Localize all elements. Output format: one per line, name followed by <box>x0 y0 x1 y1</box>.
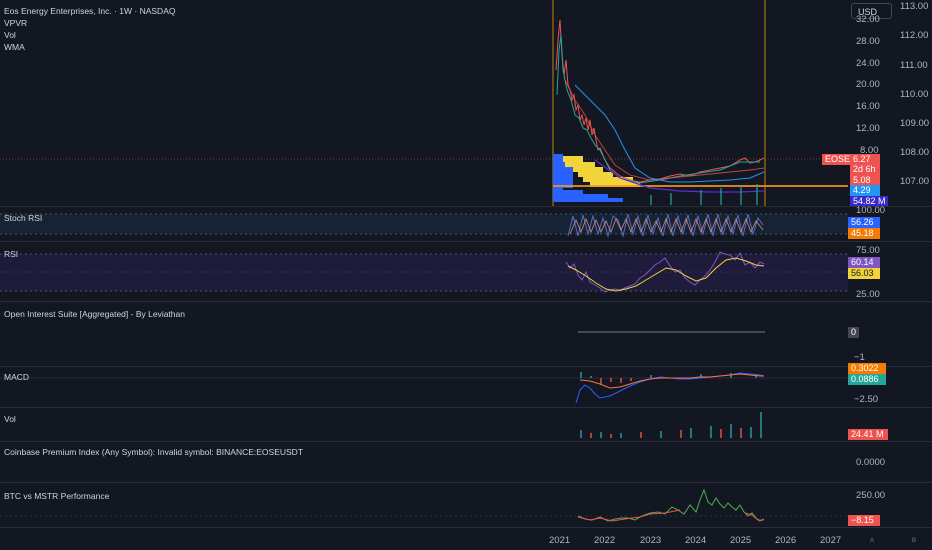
stoch-k-badge: 56.26 <box>848 217 880 228</box>
price-tick-right: 112.00 <box>900 30 929 41</box>
price-tick: 16.00 <box>856 101 880 112</box>
time-tick: 2022 <box>594 535 616 546</box>
log-scale-icon[interactable]: B <box>909 536 919 546</box>
stoch-rsi-title[interactable]: Stoch RSI <box>4 213 42 223</box>
macd-hist-badge: 0.0886 <box>848 374 886 385</box>
coinbase-premium-title[interactable]: Coinbase Premium Index (Any Symbol): Inv… <box>4 447 303 457</box>
vol-title[interactable]: Vol <box>4 414 16 424</box>
price-tick-right: 109.00 <box>900 118 930 129</box>
price-tick: 20.00 <box>856 79 880 90</box>
price-tick-right: 113.00 <box>900 1 929 12</box>
time-tick: 2021 <box>549 535 571 546</box>
btc-mstr-title[interactable]: BTC vs MSTR Performance <box>4 491 109 501</box>
btc-mstr-axis-top: 250.00 <box>856 490 886 501</box>
price-tick-right: 110.00 <box>900 89 929 100</box>
price-tick: 12.00 <box>856 123 880 134</box>
countdown-badge: 2d 6h <box>850 164 880 175</box>
chart-canvas <box>0 0 848 522</box>
price-tick-right: 107.00 <box>900 176 930 187</box>
rsi-title[interactable]: RSI <box>4 249 18 259</box>
rsi-value-badge: 60.14 <box>848 257 880 268</box>
ma2-badge: 4.29 <box>850 185 880 196</box>
indicator-vpvr-label[interactable]: VPVR <box>4 18 27 28</box>
time-tick: 2025 <box>730 535 752 546</box>
indicator-vol-label[interactable]: Vol <box>4 30 16 40</box>
time-tick: 2024 <box>685 535 707 546</box>
vol-value-badge: 24.41 M <box>848 429 888 440</box>
open-interest-title[interactable]: Open Interest Suite [Aggregated] - By Le… <box>4 309 185 319</box>
macd-signal-badge: 0.3022 <box>848 363 886 374</box>
price-tick: 28.00 <box>856 36 880 47</box>
time-tick: 2027 <box>820 535 842 546</box>
price-tick: 24.00 <box>856 58 880 69</box>
open-interest-badge: 0 <box>848 327 860 338</box>
coinbase-value: 0.0000 <box>856 457 886 468</box>
btc-mstr-value-badge: −8.15 <box>848 515 880 526</box>
stoch-d-badge: 45.18 <box>848 228 880 239</box>
price-tick: 32.00 <box>856 14 880 25</box>
time-tick: 2023 <box>640 535 662 546</box>
time-tick: 2026 <box>775 535 797 546</box>
macd-axis: −2.50 <box>854 394 879 405</box>
chart-title: Eos Energy Enterprises, Inc. · 1W · NASD… <box>4 6 176 16</box>
indicator-wma-label[interactable]: WMA <box>4 42 25 52</box>
open-interest-axis: −1 <box>854 352 865 363</box>
price-tick-right: 111.00 <box>900 60 928 71</box>
macd-title[interactable]: MACD <box>4 372 29 382</box>
rsi-ma-badge: 56.03 <box>848 268 880 279</box>
auto-scale-icon[interactable]: A <box>867 536 877 546</box>
price-tick-right: 108.00 <box>900 147 930 158</box>
symbol-badge: EOSE <box>822 154 854 165</box>
stoch-axis-top: 100.00 <box>856 205 886 216</box>
rsi-axis-top: 75.00 <box>856 245 880 256</box>
rsi-axis-bottom: 25.00 <box>856 289 880 300</box>
